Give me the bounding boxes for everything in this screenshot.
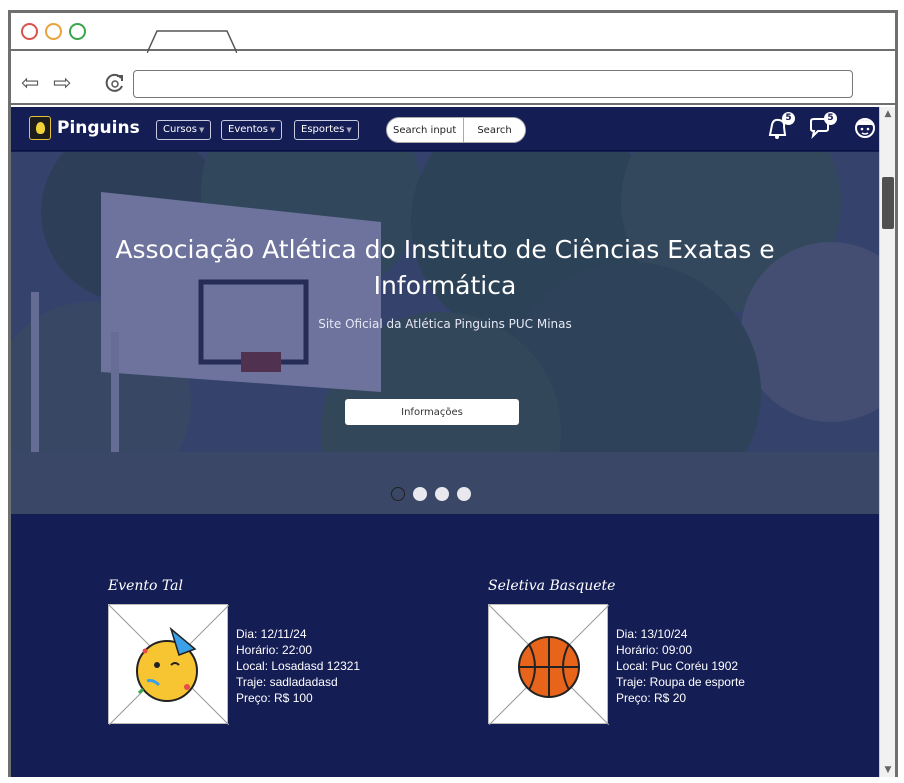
carousel-dot-3[interactable] — [435, 487, 449, 501]
event-location: Local: Puc Coréu 1902 — [616, 659, 739, 673]
event-location: Local: Losadasd 12321 — [236, 659, 361, 673]
browser-tab[interactable] — [147, 29, 237, 53]
menu-esportes[interactable]: Esportes ▼ — [294, 120, 359, 140]
hero-subtitle: Site Oficial da Atlética Pinguins PUC Mi… — [318, 317, 572, 331]
events-section: Evento Tal Dia: 12/11/24 Horário: 22:00 … — [11, 514, 879, 777]
notifications-count: 5 — [782, 112, 795, 125]
search-input[interactable] — [387, 118, 463, 142]
page-scrollbar[interactable]: ▲ ▼ — [879, 107, 895, 777]
event-body: Dia: 12/11/24 Horário: 22:00 Local: Losa… — [108, 604, 438, 725]
chevron-down-icon: ▼ — [269, 126, 276, 134]
back-arrow-icon[interactable]: ⇦ — [21, 73, 39, 95]
reload-icon[interactable] — [103, 71, 127, 95]
scroll-down-arrow-icon[interactable]: ▼ — [880, 763, 896, 777]
url-bar[interactable] — [133, 70, 853, 98]
event-card[interactable]: Seletiva Basquete Dia: 13/10/24 Horário:… — [488, 578, 818, 725]
page-viewport: Pinguins Cursos ▼ Eventos ▼ Esportes ▼ Sear… — [11, 107, 879, 777]
minimize-window-button[interactable] — [45, 23, 62, 40]
carousel-dot-2[interactable] — [413, 487, 427, 501]
messages-button[interactable]: 5 — [807, 112, 837, 143]
event-time: Horário: 09:00 — [616, 643, 693, 657]
carousel-dot-1[interactable] — [391, 487, 405, 501]
penguin-logo-icon — [29, 116, 51, 140]
event-date: Dia: 13/10/24 — [616, 627, 688, 641]
info-button[interactable]: Informações — [345, 399, 519, 425]
forward-arrow-icon[interactable]: ⇨ — [53, 73, 71, 95]
basketball-icon — [518, 636, 580, 698]
hero-title: Associação Atlética do Instituto de Ciên… — [115, 235, 775, 300]
menu-label: Cursos — [163, 124, 197, 135]
site-logo[interactable]: Pinguins — [29, 116, 140, 140]
event-body: Dia: 13/10/24 Horário: 09:00 Local: Puc … — [488, 604, 818, 725]
user-avatar-icon — [855, 118, 875, 138]
event-title: Evento Tal — [108, 578, 184, 594]
party-face-icon — [136, 626, 198, 702]
messages-count: 5 — [824, 112, 837, 125]
event-card[interactable]: Evento Tal Dia: 12/11/24 Horário: 22:00 … — [108, 578, 438, 725]
browser-navbar: ⇦ ⇨ — [11, 53, 895, 105]
search-bar: Search — [386, 117, 526, 143]
event-title: Seletiva Basquete — [488, 578, 616, 594]
site-header: Pinguins Cursos ▼ Eventos ▼ Esportes ▼ Sear… — [11, 107, 879, 151]
event-time: Horário: 22:00 — [236, 643, 313, 657]
menu-label: Eventos — [228, 124, 268, 135]
scroll-thumb[interactable] — [882, 177, 894, 229]
event-date: Dia: 12/11/24 — [236, 627, 307, 641]
hero-overlay — [11, 152, 879, 514]
user-profile-button[interactable] — [853, 115, 879, 143]
maximize-window-button[interactable] — [69, 23, 86, 40]
search-button[interactable]: Search — [463, 118, 525, 142]
hero-carousel: Associação Atlética do Instituto de Ciên… — [11, 152, 879, 514]
scroll-up-arrow-icon[interactable]: ▲ — [880, 107, 896, 121]
menu-eventos[interactable]: Eventos ▼ — [221, 120, 283, 140]
event-image — [108, 604, 229, 725]
logo-text: Pinguins — [57, 118, 140, 138]
menu-label: Esportes — [301, 124, 345, 135]
close-window-button[interactable] — [21, 23, 38, 40]
event-price: Preço: R$ 100 — [236, 691, 313, 705]
event-details: Dia: 12/11/24 Horário: 22:00 Local: Losa… — [236, 626, 360, 724]
carousel-dot-4[interactable] — [457, 487, 471, 501]
browser-window: ⇦ ⇨ Pinguins Cursos ▼ Eventos ▼ Esportes ▼ … — [8, 10, 898, 777]
carousel-indicators — [391, 487, 471, 501]
notifications-button[interactable]: 5 — [765, 112, 795, 143]
event-price: Preço: R$ 20 — [616, 691, 687, 705]
chevron-down-icon: ▼ — [346, 126, 352, 134]
event-dress-code: Traje: sadladadasd — [236, 675, 338, 689]
browser-titlebar — [11, 13, 895, 53]
menu-cursos[interactable]: Cursos ▼ — [156, 120, 212, 140]
chevron-down-icon: ▼ — [198, 126, 205, 134]
event-details: Dia: 13/10/24 Horário: 09:00 Local: Puc … — [616, 626, 745, 724]
event-image — [488, 604, 609, 725]
event-dress-code: Traje: Roupa de esporte — [616, 675, 745, 689]
